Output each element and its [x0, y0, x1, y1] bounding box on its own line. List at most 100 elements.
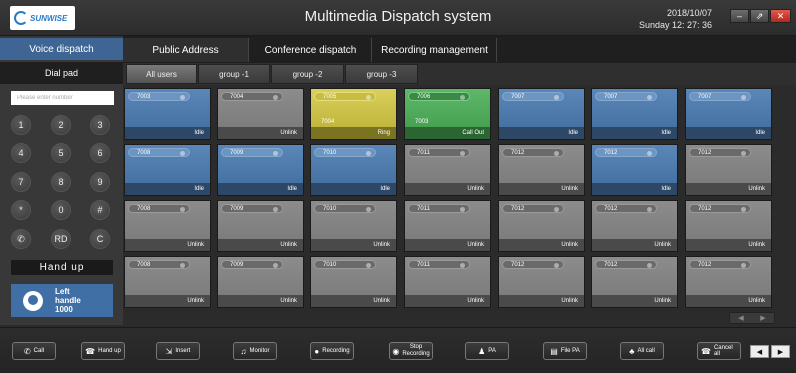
hand-up-button[interactable]: Hand up — [11, 260, 113, 275]
voice-dispatch-tab[interactable]: Voice dispatch — [0, 38, 123, 60]
extension-tile[interactable]: 7012 Unlink — [685, 256, 772, 308]
key-hash[interactable]: # — [90, 200, 110, 220]
nav-next-button[interactable]: ▶ — [771, 345, 790, 358]
key-3[interactable]: 3 — [90, 115, 110, 135]
extension-tile[interactable]: 7011 Unlink — [404, 144, 491, 196]
pa-button[interactable]: ♟ PA — [465, 342, 509, 360]
stop-recording-button[interactable]: ◉ Stop Recording — [389, 342, 433, 360]
extension-tile[interactable]: 7005 7004 Ring — [310, 88, 397, 140]
extension-tile[interactable]: 7012 Unlink — [685, 200, 772, 252]
tab-public-address[interactable]: Public Address — [123, 38, 249, 62]
file-icon: ▤ — [550, 346, 558, 356]
extension-tile[interactable]: 7010 Idle — [310, 144, 397, 196]
extension-number-text: 7005 — [323, 94, 337, 100]
line-indicator-icon — [554, 207, 559, 212]
extension-tile[interactable]: 7012 Unlink — [498, 144, 585, 196]
recording-button[interactable]: ● Recording — [310, 342, 354, 360]
extension-number: 7008 — [128, 204, 190, 213]
operator-headset-icon — [23, 290, 43, 311]
extension-number: 7012 — [689, 148, 751, 157]
extension-number: 7010 — [314, 148, 376, 157]
insert-button[interactable]: ⇲ Insert — [156, 342, 200, 360]
connected-party: 7003 — [415, 119, 429, 125]
extension-status: Idle — [686, 127, 771, 139]
extension-tile[interactable]: 7009 Idle — [217, 144, 304, 196]
extension-status: Unlink — [499, 183, 584, 195]
call-key-icon[interactable]: ✆ — [11, 229, 31, 249]
restore-button[interactable]: ⇗ — [750, 9, 769, 23]
key-4[interactable]: 4 — [11, 143, 31, 163]
group-tab-2[interactable]: group -2 — [271, 64, 344, 84]
extension-number: 7003 — [128, 92, 190, 101]
extension-tile[interactable]: 7011 Unlink — [404, 256, 491, 308]
extension-status: Unlink — [125, 239, 210, 251]
extension-status: Unlink — [499, 295, 584, 307]
monitor-button[interactable]: ♫ Monitor — [233, 342, 277, 360]
line-indicator-icon — [647, 263, 652, 268]
group-tab-3[interactable]: group -3 — [345, 64, 418, 84]
extension-tile[interactable]: 7003 Idle — [124, 88, 211, 140]
file-pa-button[interactable]: ▤ File PA — [543, 342, 587, 360]
extension-tile[interactable]: 7004 Unlink — [217, 88, 304, 140]
extension-tile[interactable]: 7007 Idle — [498, 88, 585, 140]
extension-number: 7011 — [408, 204, 470, 213]
key-9[interactable]: 9 — [90, 172, 110, 192]
key-rd[interactable]: RD — [51, 229, 71, 249]
extension-tile[interactable]: 7012 Unlink — [498, 200, 585, 252]
all-call-button[interactable]: ♣ All call — [620, 342, 664, 360]
extension-tile[interactable]: 7010 Unlink — [310, 256, 397, 308]
cancel-all-button[interactable]: ☎ Cancel all — [697, 342, 741, 360]
group-icon: ♣ — [629, 346, 635, 356]
group-tab-1[interactable]: group -1 — [198, 64, 270, 84]
extension-number-text: 7012 — [698, 150, 712, 156]
extension-tile[interactable]: 7008 Unlink — [124, 256, 211, 308]
toolbar-button-label: Hand up — [98, 348, 121, 354]
close-button[interactable]: ✕ — [770, 9, 791, 23]
extension-number: 7012 — [595, 204, 657, 213]
extension-tile[interactable]: 7012 Unlink — [591, 200, 678, 252]
number-input[interactable] — [11, 91, 114, 105]
pager-prev-icon[interactable]: ◀ — [738, 314, 743, 322]
group-tab-all-users[interactable]: All users — [126, 64, 197, 84]
key-0[interactable]: 0 — [51, 200, 71, 220]
key-2[interactable]: 2 — [51, 115, 71, 135]
key-star[interactable]: * — [11, 200, 31, 220]
extension-number-text: 7010 — [323, 150, 337, 156]
nav-prev-button[interactable]: ◀ — [750, 345, 769, 358]
extension-tile[interactable]: 7008 Idle — [124, 144, 211, 196]
tab-recording-management[interactable]: Recording management — [373, 38, 497, 62]
extension-tile[interactable]: 7011 Unlink — [404, 200, 491, 252]
line-indicator-icon — [273, 95, 278, 100]
extension-status: Unlink — [405, 239, 490, 251]
extension-tile[interactable]: 7009 Unlink — [217, 256, 304, 308]
call-button[interactable]: ✆ Call — [12, 342, 56, 360]
extension-tile[interactable]: 7007 Idle — [591, 88, 678, 140]
extension-status: Unlink — [499, 239, 584, 251]
extension-tile[interactable]: 7012 Unlink — [685, 144, 772, 196]
extension-tile[interactable]: 7012 Unlink — [498, 256, 585, 308]
pager-next-icon[interactable]: ▶ — [760, 314, 765, 322]
extension-number: 7012 — [502, 260, 564, 269]
extension-tile[interactable]: 7010 Unlink — [310, 200, 397, 252]
toolbar-button-label: All call — [637, 348, 655, 354]
key-7[interactable]: 7 — [11, 172, 31, 192]
tab-conference-dispatch[interactable]: Conference dispatch — [250, 38, 372, 62]
extension-tile[interactable]: 7006 7003 Call Out — [404, 88, 491, 140]
extension-tile[interactable]: 7012 Idle — [591, 144, 678, 196]
left-handle-card[interactable]: Left handle 1000 — [11, 284, 113, 317]
minimize-button[interactable]: – — [730, 9, 749, 23]
key-8[interactable]: 8 — [51, 172, 71, 192]
extension-status: Unlink — [311, 239, 396, 251]
key-clear[interactable]: C — [90, 229, 110, 249]
extension-tile[interactable]: 7007 Idle — [685, 88, 772, 140]
key-1[interactable]: 1 — [11, 115, 31, 135]
key-5[interactable]: 5 — [51, 143, 71, 163]
hand-up-button[interactable]: ☎ Hand up — [81, 342, 125, 360]
extension-tile[interactable]: 7009 Unlink — [217, 200, 304, 252]
extension-number-text: 7009 — [230, 206, 244, 212]
key-6[interactable]: 6 — [90, 143, 110, 163]
extension-tile[interactable]: 7012 Unlink — [591, 256, 678, 308]
extension-tile[interactable]: 7008 Unlink — [124, 200, 211, 252]
toolbar-button-label: Cancel all — [713, 345, 733, 357]
toolbar-button-label: File PA — [560, 348, 580, 354]
